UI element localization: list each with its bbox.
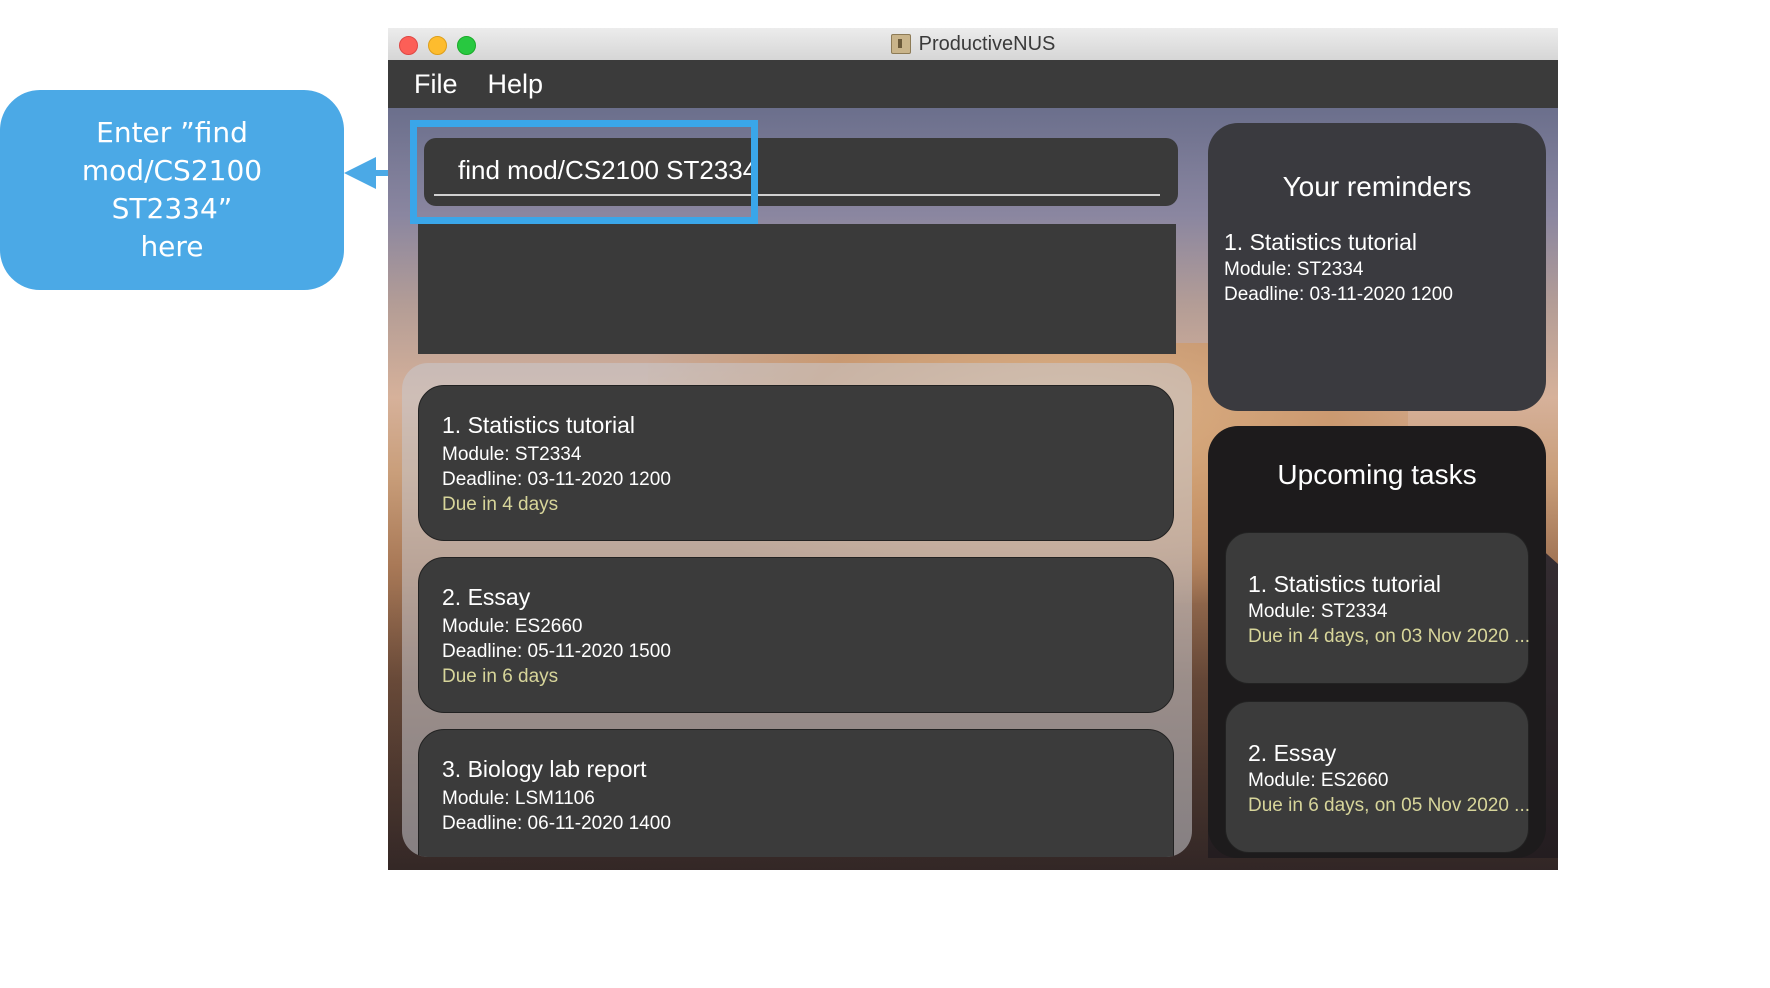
command-highlight-box <box>410 120 758 224</box>
task-deadline: Deadline: 06-11-2020 1400 <box>442 813 671 834</box>
app-window: ProductiveNUS File Help 1. Statistics tu… <box>388 28 1558 870</box>
task-deadline: Deadline: 05-11-2020 1500 <box>442 641 671 662</box>
upcoming-task-due: Due in 4 days, on 03 Nov 2020 ... <box>1248 626 1531 647</box>
menu-bar: File Help <box>388 60 1558 108</box>
menu-file[interactable]: File <box>414 69 458 100</box>
upcoming-heading: Upcoming tasks <box>1277 459 1477 490</box>
window-title: ProductiveNUS <box>918 32 1056 55</box>
task-due: Due in 4 days <box>442 494 559 515</box>
result-display <box>418 224 1176 354</box>
upcoming-task-title: 2. Essay <box>1248 740 1337 766</box>
task-title: 2. Essay <box>442 584 531 610</box>
title-bar: ProductiveNUS <box>388 28 1558 61</box>
task-list-panel[interactable]: 1. Statistics tutorial Module: ST2334 De… <box>402 363 1192 857</box>
callout-arrow-icon <box>344 157 376 189</box>
instruction-callout: Enter ”find mod/CS2100 ST2334” here <box>0 90 344 290</box>
task-card[interactable]: 1. Statistics tutorial Module: ST2334 De… <box>418 385 1174 541</box>
reminder-module: Module: ST2334 <box>1224 259 1364 280</box>
callout-text: Enter ”find mod/CS2100 ST2334” here <box>81 116 263 263</box>
task-card[interactable]: 3. Biology lab report Module: LSM1106 De… <box>418 729 1174 857</box>
upcoming-task-module: Module: ES2660 <box>1248 770 1389 791</box>
app-icon <box>890 34 911 54</box>
upcoming-task-title: 1. Statistics tutorial <box>1248 571 1442 597</box>
reminders-panel: Your reminders 1. Statistics tutorial Mo… <box>1208 123 1546 411</box>
task-module: Module: ST2334 <box>442 444 582 465</box>
task-deadline: Deadline: 03-11-2020 1200 <box>442 469 671 490</box>
task-module: Module: LSM1106 <box>442 788 595 809</box>
upcoming-task-card[interactable]: 2. Essay Module: ES2660 Due in 6 days, o… <box>1225 701 1531 853</box>
upcoming-task-due: Due in 6 days, on 05 Nov 2020 ... <box>1248 795 1531 816</box>
menu-help[interactable]: Help <box>488 69 544 100</box>
upcoming-task-module: Module: ST2334 <box>1248 601 1388 622</box>
upcoming-task-card[interactable]: 1. Statistics tutorial Module: ST2334 Du… <box>1225 532 1531 684</box>
reminder-title: 1. Statistics tutorial <box>1224 229 1418 255</box>
upcoming-tasks-panel[interactable]: Upcoming tasks 1. Statistics tutorial Mo… <box>1208 426 1546 858</box>
task-module: Module: ES2660 <box>442 616 583 637</box>
reminder-deadline: Deadline: 03-11-2020 1200 <box>1224 284 1453 305</box>
task-title: 1. Statistics tutorial <box>442 412 636 438</box>
task-due: Due in 6 days <box>442 666 559 687</box>
reminders-heading: Your reminders <box>1282 171 1472 202</box>
task-title: 3. Biology lab report <box>442 756 647 782</box>
task-card[interactable]: 2. Essay Module: ES2660 Deadline: 05-11-… <box>418 557 1174 713</box>
main-content: 1. Statistics tutorial Module: ST2334 De… <box>388 108 1558 870</box>
